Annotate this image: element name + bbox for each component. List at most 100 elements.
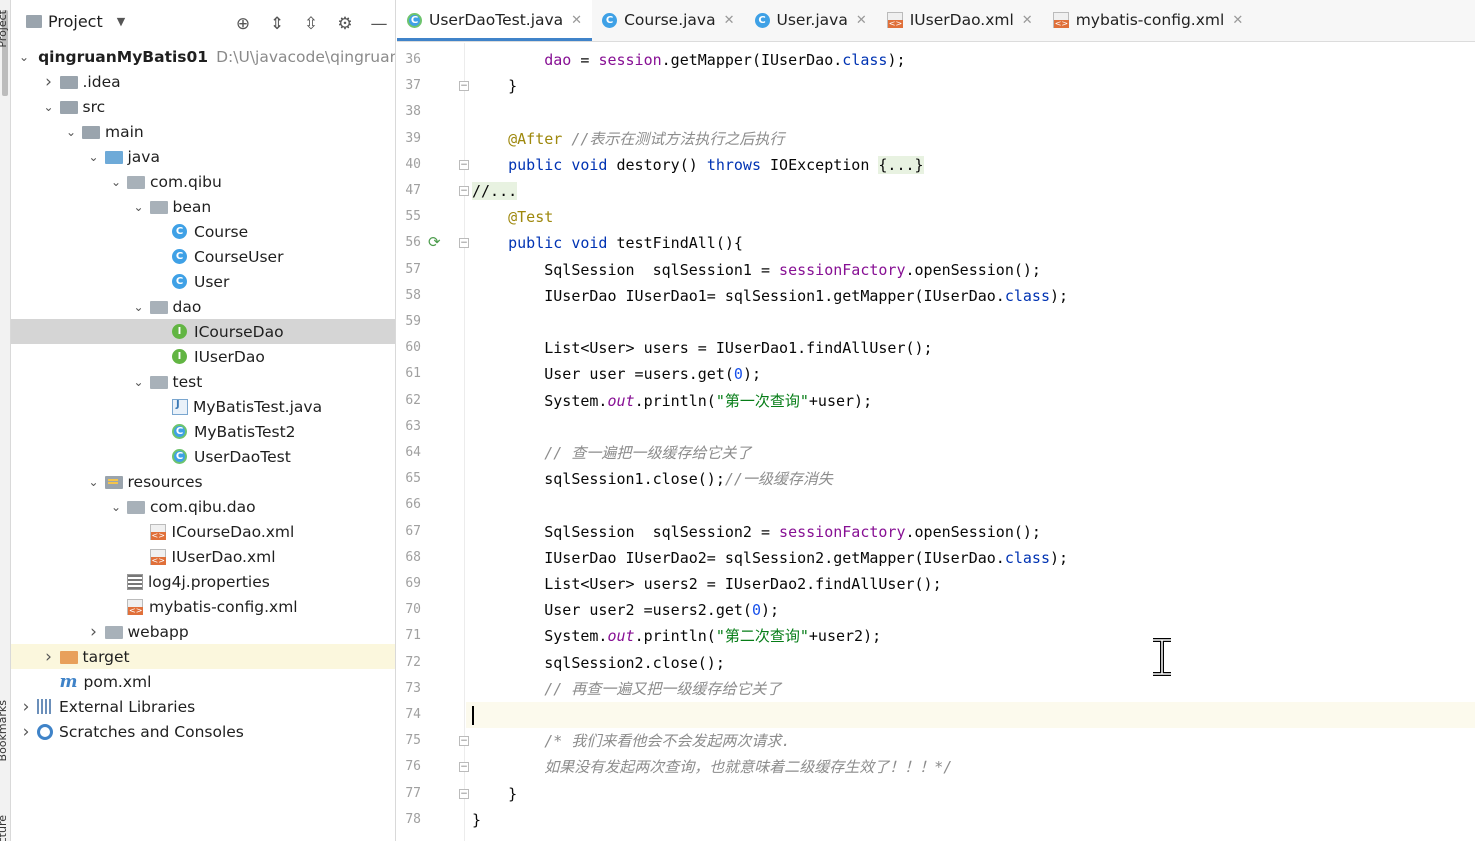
- code-line[interactable]: // 再查一遍又把一级缓存给它关了: [466, 676, 1475, 702]
- editor-tab[interactable]: C Course.java ✕: [592, 0, 744, 41]
- tree-item[interactable]: ⌄ test: [11, 369, 395, 394]
- tree-item[interactable]: › .idea: [11, 69, 395, 94]
- project-tool-label[interactable]: Project: [0, 10, 9, 48]
- tree-item[interactable]: › target: [11, 644, 395, 669]
- tree-item[interactable]: › Scratches and Consoles: [11, 719, 395, 744]
- code-line[interactable]: [466, 414, 1475, 440]
- tree-item[interactable]: m pom.xml: [11, 669, 395, 694]
- chevron-down-icon[interactable]: ⌄: [42, 100, 56, 114]
- chevron-right-icon[interactable]: ›: [87, 622, 101, 642]
- tree-item[interactable]: › External Libraries: [11, 694, 395, 719]
- code-line[interactable]: sqlSession2.close();: [466, 650, 1475, 676]
- chevron-right-icon[interactable]: ›: [19, 697, 33, 717]
- code-line[interactable]: [466, 309, 1475, 335]
- tree-item[interactable]: ⌄ qingruanMyBatis01 D:\U\javacode\qingruan: [11, 44, 395, 69]
- code-line[interactable]: [466, 702, 1475, 728]
- locate-icon[interactable]: ⊕: [233, 14, 253, 34]
- tree-item[interactable]: ⌄ dao: [11, 294, 395, 319]
- bookmarks-tool-label[interactable]: Bookmarks: [0, 700, 9, 761]
- tree-item[interactable]: C User: [11, 269, 395, 294]
- collapse-all-icon[interactable]: ⇳: [301, 14, 321, 34]
- tree-item[interactable]: C UserDaoTest: [11, 444, 395, 469]
- line-number: 57: [405, 261, 421, 277]
- code-line[interactable]: @Test: [466, 204, 1475, 230]
- structure-tool-label[interactable]: Structure: [0, 815, 9, 841]
- code-line[interactable]: System.out.println("第一次查询"+user);: [466, 388, 1475, 414]
- code-line[interactable]: [466, 99, 1475, 125]
- tree-item[interactable]: ⌄ java: [11, 144, 395, 169]
- chevron-right-icon[interactable]: ›: [42, 647, 56, 667]
- code-line[interactable]: IUserDao IUserDao2= sqlSession2.getMappe…: [466, 545, 1475, 571]
- editor-tab[interactable]: C User.java ✕: [745, 0, 877, 41]
- close-icon[interactable]: ✕: [1022, 13, 1033, 28]
- code-line[interactable]: User user =users.get(0);: [466, 361, 1475, 387]
- editor-tab[interactable]: C UserDaoTest.java ✕: [397, 0, 593, 41]
- code-line[interactable]: dao = session.getMapper(IUserDao.class);: [466, 47, 1475, 73]
- tree-item[interactable]: C CourseUser: [11, 244, 395, 269]
- code-line[interactable]: System.out.println("第二次查询"+user2);: [466, 623, 1475, 649]
- project-panel-title[interactable]: Project: [48, 12, 103, 31]
- chevron-right-icon[interactable]: ›: [19, 722, 33, 742]
- tree-item[interactable]: ⌄ com.qibu.dao: [11, 494, 395, 519]
- close-icon[interactable]: ✕: [724, 13, 735, 28]
- tree-item[interactable]: ⌄ main: [11, 119, 395, 144]
- tree-item[interactable]: ⌄ resources: [11, 469, 395, 494]
- code-line[interactable]: User user2 =users2.get(0);: [466, 597, 1475, 623]
- tree-item[interactable]: › webapp: [11, 619, 395, 644]
- chevron-down-icon[interactable]: ⌄: [132, 300, 146, 314]
- tree-item[interactable]: C MyBatisTest2: [11, 419, 395, 444]
- code-line[interactable]: List<User> users = IUserDao1.findAllUser…: [466, 335, 1475, 361]
- close-icon[interactable]: ✕: [856, 13, 867, 28]
- tree-item[interactable]: C Course: [11, 219, 395, 244]
- chevron-down-icon[interactable]: ⌄: [132, 375, 146, 389]
- code-line[interactable]: 如果没有发起两次查询，也就意味着二级缓存生效了！！！*/: [466, 754, 1475, 780]
- code-line[interactable]: /* 我们来看他会不会发起两次请求.: [466, 728, 1475, 754]
- code-editor[interactable]: dao = session.getMapper(IUserDao.class);…: [466, 43, 1475, 841]
- code-line[interactable]: SqlSession sqlSession2 = sessionFactory.…: [466, 519, 1475, 545]
- tree-item[interactable]: ⌄ com.qibu: [11, 169, 395, 194]
- code-line[interactable]: List<User> users2 = IUserDao2.findAllUse…: [466, 571, 1475, 597]
- code-line[interactable]: sqlSession1.close();//一级缓存消失: [466, 466, 1475, 492]
- tree-item[interactable]: ⌄ bean: [11, 194, 395, 219]
- code-line[interactable]: public void testFindAll(){: [466, 230, 1475, 256]
- tree-item[interactable]: mybatis-config.xml: [11, 594, 395, 619]
- close-icon[interactable]: ✕: [1232, 13, 1243, 28]
- code-line[interactable]: }: [466, 781, 1475, 807]
- tree-item[interactable]: log4j.properties: [11, 569, 395, 594]
- code-line[interactable]: }: [466, 807, 1475, 833]
- tree-item[interactable]: ⌄ src: [11, 94, 395, 119]
- tree-item[interactable]: IUserDao.xml: [11, 544, 395, 569]
- chevron-down-icon[interactable]: ⌄: [109, 175, 123, 189]
- expand-all-icon[interactable]: ⇕: [267, 14, 287, 34]
- tree-item[interactable]: I ICourseDao: [11, 319, 395, 344]
- chevron-down-icon[interactable]: ⌄: [132, 200, 146, 214]
- editor-tab[interactable]: mybatis-config.xml ✕: [1043, 0, 1254, 41]
- code-line[interactable]: @After //表示在测试方法执行之后执行: [466, 126, 1475, 152]
- chevron-down-icon[interactable]: ▼: [117, 15, 125, 28]
- hide-icon[interactable]: —: [369, 14, 389, 34]
- chevron-down-icon[interactable]: ⌄: [87, 475, 101, 489]
- xml-file-icon: [149, 523, 166, 540]
- code-line[interactable]: SqlSession sqlSession1 = sessionFactory.…: [466, 257, 1475, 283]
- code-token: }: [472, 784, 518, 803]
- code-line[interactable]: IUserDao IUserDao1= sqlSession1.getMappe…: [466, 283, 1475, 309]
- run-test-icon[interactable]: ⟳: [428, 234, 444, 250]
- tree-item[interactable]: MyBatisTest.java: [11, 394, 395, 419]
- chevron-down-icon[interactable]: ⌄: [109, 500, 123, 514]
- code-line[interactable]: [466, 492, 1475, 518]
- editor-tab[interactable]: IUserDao.xml ✕: [877, 0, 1043, 41]
- chevron-down-icon[interactable]: ⌄: [64, 125, 78, 139]
- tree-item[interactable]: I IUserDao: [11, 344, 395, 369]
- chevron-down-icon[interactable]: ⌄: [19, 50, 29, 64]
- code-line[interactable]: public void destory() throws IOException…: [466, 152, 1475, 178]
- code-line[interactable]: }: [466, 73, 1475, 99]
- code-token: throws: [706, 155, 761, 174]
- gear-icon[interactable]: ⚙: [335, 14, 355, 34]
- tree-item[interactable]: ICourseDao.xml: [11, 519, 395, 544]
- code-line[interactable]: // 查一遍把一级缓存给它关了: [466, 440, 1475, 466]
- line-number: 38: [405, 104, 421, 120]
- close-icon[interactable]: ✕: [571, 13, 582, 28]
- chevron-right-icon[interactable]: ›: [42, 72, 56, 92]
- chevron-down-icon[interactable]: ⌄: [87, 150, 101, 164]
- code-line[interactable]: //...: [466, 178, 1475, 204]
